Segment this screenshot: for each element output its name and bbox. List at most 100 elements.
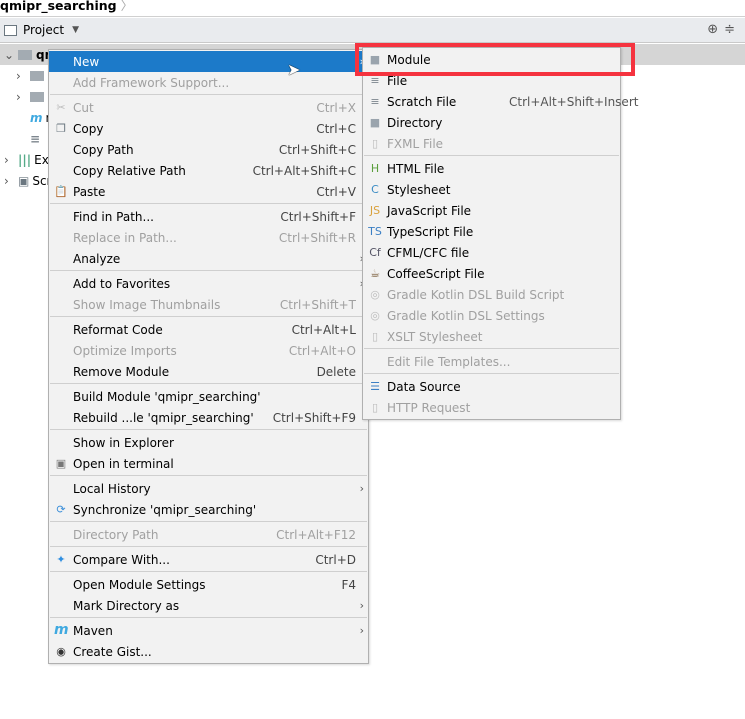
submenu-arrow-icon: › [359, 482, 364, 495]
chevron-right-icon[interactable]: › [4, 174, 18, 188]
menu-item-build-module-qmipr-searching[interactable]: Build Module 'qmipr_searching' [49, 386, 368, 407]
maven-icon: m [54, 622, 69, 638]
menu-item-label: Compare With... [73, 552, 170, 567]
fxml-icon: ▯ [371, 137, 379, 150]
menu-item-label: Build Module 'qmipr_searching' [73, 389, 261, 404]
menu-item-fxml-file: ▯ FXML File [363, 133, 620, 154]
breadcrumb-separator: 〉 [120, 0, 134, 13]
menu-item-html-file[interactable]: H HTML File [363, 158, 620, 179]
shortcut-label: Ctrl+Alt+Shift+C [252, 163, 356, 178]
context-menu: New›Add Framework Support...✂CutCtrl+X❐C… [48, 49, 369, 664]
chevron-right-icon[interactable]: › [4, 153, 18, 167]
menu-item-add-to-favorites[interactable]: Add to Favorites› [49, 273, 368, 294]
menu-item-mark-directory-as[interactable]: Mark Directory as › [49, 595, 368, 616]
menu-item-label: Add Framework Support... [73, 75, 230, 90]
menu-item-label: Directory [387, 115, 443, 130]
shortcut-label: Ctrl+Shift+T [279, 297, 356, 312]
sync-icon: ⟳ [56, 503, 66, 516]
menu-item-module[interactable]: ■ Module [363, 49, 620, 70]
menu-item-label: Synchronize 'qmipr_searching' [73, 502, 257, 517]
menu-item-label: Show Image Thumbnails [73, 297, 221, 312]
menu-item-label: Open in terminal [73, 456, 174, 471]
menu-item-label: Gradle Kotlin DSL Settings [387, 308, 545, 323]
menu-item-directory-path: Directory Path Ctrl+Alt+F12 [49, 524, 368, 545]
js-icon: JS [369, 204, 381, 217]
menu-item-label: Replace in Path... [73, 230, 177, 245]
menu-item-label: Copy Path [73, 142, 134, 157]
shortcut-label: Ctrl+Shift+F9 [272, 410, 356, 425]
folder-icon [18, 49, 32, 60]
menu-item-synchronize-qmipr-searching[interactable]: ⟳ Synchronize 'qmipr_searching' [49, 499, 368, 520]
menu-item-label: Create Gist... [73, 644, 152, 659]
menu-item-label: Cut [73, 100, 94, 115]
menu-item-local-history[interactable]: Local History › [49, 478, 368, 499]
menu-item-label: Rebuild ...le 'qmipr_searching' [73, 410, 254, 425]
breadcrumb: qmipr_searching 〉 [0, 0, 745, 17]
menu-item-copy-relative-path[interactable]: Copy Relative Path Ctrl+Alt+Shift+C [49, 160, 368, 181]
menu-item-label: Open Module Settings [73, 577, 206, 592]
menu-item-remove-module[interactable]: Remove Module Delete [49, 361, 368, 382]
menu-item-rebuild-le-qmipr-searching[interactable]: Rebuild ...le 'qmipr_searching' Ctrl+Shif… [49, 407, 368, 428]
menu-item-copy-path[interactable]: Copy Path Ctrl+Shift+C [49, 139, 368, 160]
collapse-icon[interactable]: ≑ [724, 22, 741, 37]
folder-icon: ■ [369, 116, 381, 129]
menu-item-label: New [73, 54, 100, 69]
folder-icon [30, 70, 44, 81]
menu-item-coffeescript-file[interactable]: ☕ CoffeeScript File [363, 263, 620, 284]
menu-item-stylesheet[interactable]: C Stylesheet [363, 179, 620, 200]
menu-item-edit-file-templates: Edit File Templates... [363, 351, 620, 372]
terminal-icon: ▣ [55, 457, 67, 470]
menu-item-label: Paste [73, 184, 106, 199]
menu-item-find-in-path[interactable]: Find in Path... Ctrl+Shift+F [49, 206, 368, 227]
shortcut-label: Ctrl+Shift+F [280, 209, 356, 224]
menu-item-scratch-file[interactable]: ≡ Scratch File Ctrl+Alt+Shift+Insert [363, 91, 638, 112]
menu-item-typescript-file[interactable]: TS TypeScript File [363, 221, 620, 242]
menu-item-copy[interactable]: ❐ Copy Ctrl+C [49, 118, 368, 139]
menu-item-gradle-kotlin-dsl-settings: ◎ Gradle Kotlin DSL Settings [363, 305, 620, 326]
menu-item-create-gist[interactable]: ◉ Create Gist... [49, 641, 368, 662]
menu-item-label: Reformat Code [73, 322, 163, 337]
menu-item-label: Analyze [73, 251, 121, 266]
mouse-cursor-icon: ➤ [287, 60, 301, 79]
chevron-down-icon[interactable]: ⌄ [4, 48, 18, 62]
copy-icon: ❐ [56, 122, 66, 135]
menu-item-file[interactable]: ≡ File [363, 70, 620, 91]
menu-item-label: Copy [73, 121, 104, 136]
libraries-icon: ||| [18, 152, 32, 167]
menu-item-label: CoffeeScript File [387, 266, 485, 281]
menu-item-paste[interactable]: 📋 Paste Ctrl+V [49, 181, 368, 202]
chevron-down-icon[interactable]: ▼ [72, 25, 79, 35]
shortcut-label: Ctrl+Alt+Shift+Insert [509, 94, 639, 109]
shortcut-label: Ctrl+X [316, 100, 356, 115]
menu-item-open-in-terminal[interactable]: ▣ Open in terminal [49, 453, 368, 474]
maven-icon: m [30, 110, 43, 125]
shortcut-label: Ctrl+V [316, 184, 356, 199]
globe-icon[interactable]: ⊕ [707, 22, 724, 37]
file-icon: ≡ [30, 131, 41, 146]
menu-item-label: Local History [73, 481, 151, 496]
menu-item-open-module-settings[interactable]: Open Module Settings F4 [49, 574, 368, 595]
chevron-right-icon[interactable]: › [16, 69, 30, 83]
menu-item-javascript-file[interactable]: JS JavaScript File [363, 200, 620, 221]
menu-item-show-in-explorer[interactable]: Show in Explorer [49, 432, 368, 453]
menu-item-xslt-stylesheet: ▯ XSLT Stylesheet [363, 326, 620, 347]
project-view-icon [4, 24, 17, 36]
menu-item-directory[interactable]: ■ Directory [363, 112, 620, 133]
toolbar-right-icons[interactable]: ⊕≑ [707, 22, 741, 37]
submenu-arrow-icon: › [359, 599, 364, 612]
menu-item-maven[interactable]: m Maven › [49, 620, 368, 641]
menu-item-cfml-cfc-file[interactable]: Cf CFML/CFC file [363, 242, 620, 263]
http-icon: ▯ [371, 401, 379, 414]
chevron-right-icon[interactable]: › [16, 90, 30, 104]
menu-item-reformat-code[interactable]: Reformat Code Ctrl+Alt+L [49, 319, 368, 340]
breadcrumb-project[interactable]: qmipr_searching [0, 0, 117, 13]
menu-item-new[interactable]: New› [49, 51, 368, 72]
menu-item-label: Remove Module [73, 364, 170, 379]
menu-item-compare-with[interactable]: ✦ Compare With... Ctrl+D [49, 549, 368, 570]
project-view-selector[interactable]: Project [23, 23, 64, 37]
menu-item-data-source[interactable]: ☰ Data Source [363, 376, 620, 397]
menu-item-analyze[interactable]: Analyze› [49, 248, 368, 269]
shortcut-label: Ctrl+Shift+C [278, 142, 356, 157]
project-toolbar: Project ▼ ⊕≑ [0, 18, 745, 43]
menu-item-label: FXML File [387, 136, 444, 151]
